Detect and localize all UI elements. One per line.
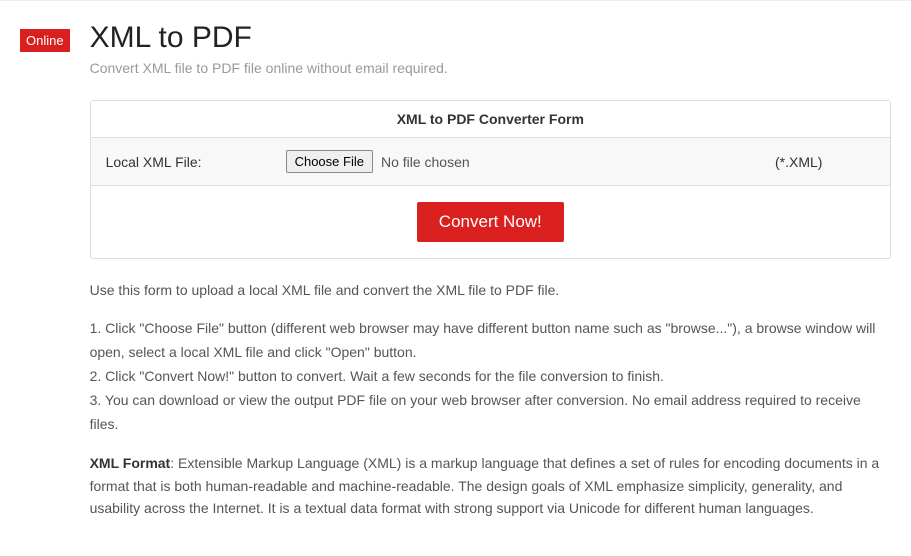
xml-format-paragraph: XML Format: Extensible Markup Language (… <box>90 452 891 519</box>
main-column: XML to PDF Convert XML file to PDF file … <box>90 21 891 536</box>
xml-format-body: : Extensible Markup Language (XML) is a … <box>90 455 880 516</box>
choose-file-button[interactable]: Choose File <box>286 150 373 173</box>
file-input-label: Local XML File: <box>91 142 271 182</box>
converter-panel: XML to PDF Converter Form Local XML File… <box>90 100 891 259</box>
panel-action-row: Convert Now! <box>91 186 890 258</box>
file-extension-hint: (*.XML) <box>760 142 890 182</box>
file-status-text: No file chosen <box>381 154 470 170</box>
xml-format-label: XML Format <box>90 455 171 471</box>
page-container: Online XML to PDF Convert XML file to PD… <box>0 11 911 556</box>
steps-block: 1. Click "Choose File" button (different… <box>90 317 891 436</box>
step-1: 1. Click "Choose File" button (different… <box>90 317 891 365</box>
convert-now-button[interactable]: Convert Now! <box>417 202 564 242</box>
intro-paragraph: Use this form to upload a local XML file… <box>90 279 891 301</box>
page-subtitle: Convert XML file to PDF file online with… <box>90 60 891 76</box>
online-badge: Online <box>20 29 70 52</box>
step-2: 2. Click "Convert Now!" button to conver… <box>90 365 891 389</box>
header-row: Online XML to PDF Convert XML file to PD… <box>20 21 891 536</box>
page-title: XML to PDF <box>90 21 891 54</box>
file-input-row: Local XML File: Choose File No file chos… <box>91 138 890 186</box>
file-input-cell: Choose File No file chosen <box>271 138 760 185</box>
step-3: 3. You can download or view the output P… <box>90 389 891 437</box>
top-divider <box>0 0 911 1</box>
panel-heading: XML to PDF Converter Form <box>91 101 890 138</box>
